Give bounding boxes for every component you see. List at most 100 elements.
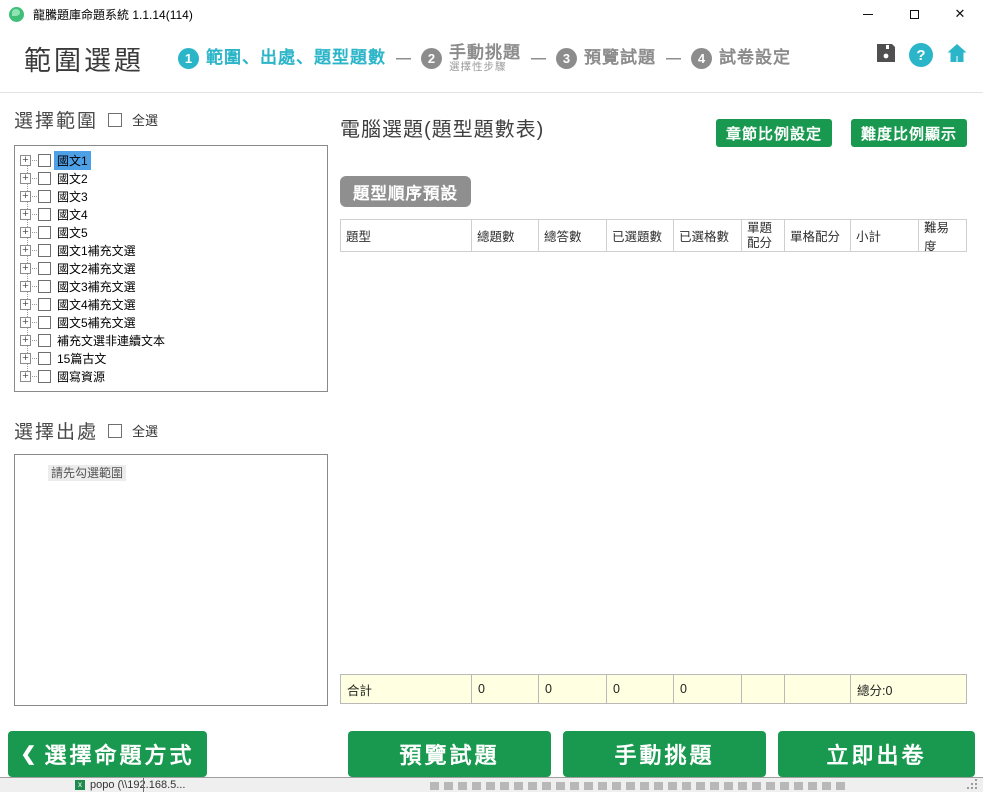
resize-grip[interactable] [967,779,977,789]
preview-questions-button[interactable]: 預覽試題 [348,731,551,777]
maximize-button[interactable] [891,0,937,28]
tree-item[interactable]: + 國文3 [15,187,327,205]
tree-item-label[interactable]: 國文5補充文選 [54,313,139,332]
expand-plus-icon[interactable]: + [20,371,31,382]
header-icons: ? [875,41,969,70]
tree-item-checkbox[interactable] [38,226,51,239]
step-4[interactable]: 4試卷設定 [691,48,791,69]
tree-item-label[interactable]: 補充文選非連續文本 [54,331,168,350]
step-separator: — [396,50,411,67]
footer-total-cell [742,674,785,704]
tree-item-checkbox[interactable] [38,370,51,383]
tree-item[interactable]: + 國文5補充文選 [15,313,327,331]
range-tree: + 國文1 + 國文2 + 國文3 + 國文4 + 國文5 + 國文1補充文選 + 國文2補充文選 + 國文3… [14,145,328,392]
step-1[interactable]: 1 範圍、出處、題型題數 [178,48,386,69]
tree-item-checkbox[interactable] [38,154,51,167]
tree-item-label[interactable]: 國寫資源 [54,367,108,386]
help-icon[interactable]: ? [909,43,933,67]
generate-paper-button[interactable]: 立即出卷 [778,731,975,777]
expand-plus-icon[interactable]: + [20,245,31,256]
table-empty-body [340,252,967,674]
footer-total-cell: 0 [539,674,607,704]
tree-item-checkbox[interactable] [38,172,51,185]
tree-item-label[interactable]: 國文1 [54,151,91,170]
tree-connector [32,358,37,359]
tree-item-label[interactable]: 國文4 [54,205,91,224]
main-panel: 電腦選題(題型題數表) 章節比例設定 難度比例顯示 題型順序預設 題型總題數總答… [340,106,967,704]
tree-item[interactable]: + 國文2補充文選 [15,259,327,277]
expand-plus-icon[interactable]: + [20,353,31,364]
minimize-button[interactable] [845,0,891,28]
column-header: 已選題數 [607,219,674,252]
tree-connector [32,214,37,215]
expand-plus-icon[interactable]: + [20,335,31,346]
wizard-header: 範圍選題 1範圍、出處、題型題數—2手動挑題選擇性步驟—3預覽試題—4試卷設定 … [0,28,983,93]
tree-item-label[interactable]: 15篇古文 [54,349,109,368]
expand-plus-icon[interactable]: + [20,209,31,220]
tree-item[interactable]: + 國文3補充文選 [15,277,327,295]
tree-item-checkbox[interactable] [38,190,51,203]
main-header: 電腦選題(題型題數表) 章節比例設定 難度比例顯示 [340,106,967,147]
tree-item[interactable]: + 國文1 [15,151,327,169]
tree-item-label[interactable]: 國文3 [54,187,91,206]
tree-item-checkbox[interactable] [38,352,51,365]
tree-connector [32,340,37,341]
tree-item-label[interactable]: 國文1補充文選 [54,241,139,260]
difficulty-ratio-button[interactable]: 難度比例顯示 [851,119,967,147]
step-number-badge: 1 [178,48,199,69]
source-select-all-checkbox[interactable] [108,424,122,438]
column-header: 難易度 [919,219,967,252]
tree-item[interactable]: + 國文4補充文選 [15,295,327,313]
tree-item-checkbox[interactable] [38,208,51,221]
tree-item-label[interactable]: 國文2補充文選 [54,259,139,278]
tree-item-checkbox[interactable] [38,334,51,347]
expand-plus-icon[interactable]: + [20,227,31,238]
type-order-preset-button[interactable]: 題型順序預設 [340,176,471,207]
expand-plus-icon[interactable]: + [20,191,31,202]
tree-item-label[interactable]: 國文5 [54,223,91,242]
column-header: 已選格數 [674,219,742,252]
expand-plus-icon[interactable]: + [20,155,31,166]
expand-plus-icon[interactable]: + [20,299,31,310]
table-footer-row: 合計0000總分:0 [340,674,967,704]
tree-item[interactable]: + 國文2 [15,169,327,187]
back-to-mode-button[interactable]: ❮ 選擇命題方式 [8,731,207,777]
expand-plus-icon[interactable]: + [20,263,31,274]
manual-pick-button[interactable]: 手動挑題 [563,731,766,777]
save-icon[interactable] [875,42,897,69]
tree-item[interactable]: + 國文5 [15,223,327,241]
window-controls: ✕ [845,0,983,28]
step-label: 範圍、出處、題型題數 [206,48,386,67]
step-number-badge: 3 [556,48,577,69]
expand-plus-icon[interactable]: + [20,317,31,328]
tree-item-label[interactable]: 國文2 [54,169,91,188]
step-3[interactable]: 3預覽試題 [556,48,656,69]
chevron-left-icon: ❮ [21,743,37,766]
tree-item-checkbox[interactable] [38,298,51,311]
step-indicator: 1範圍、出處、題型題數—2手動挑題選擇性步驟—3預覽試題—4試卷設定 [178,43,791,74]
tree-item[interactable]: +15篇古文 [15,349,327,367]
range-select-all-checkbox[interactable] [108,113,122,127]
tree-item-label[interactable]: 國文3補充文選 [54,277,139,296]
close-button[interactable]: ✕ [937,0,983,28]
tree-item-checkbox[interactable] [38,280,51,293]
chapter-ratio-button[interactable]: 章節比例設定 [716,119,832,147]
step-2[interactable]: 2手動挑題選擇性步驟 [421,43,521,74]
tree-item-checkbox[interactable] [38,316,51,329]
background-file-item[interactable]: x popo (\\192.168.5... [75,779,185,791]
tree-item[interactable]: + 國寫資源 [15,367,327,385]
column-header: 單題配分 [742,219,785,252]
source-empty-hint: 請先勾選範圍 [48,465,126,481]
tree-item-checkbox[interactable] [38,262,51,275]
tree-item-label[interactable]: 國文4補充文選 [54,295,139,314]
column-header: 單格配分 [785,219,851,252]
tree-item[interactable]: + 國文1補充文選 [15,241,327,259]
source-section-header: 選擇出處 全選 [14,417,328,444]
footer-total-cell: 0 [472,674,539,704]
tree-item[interactable]: + 補充文選非連續文本 [15,331,327,349]
expand-plus-icon[interactable]: + [20,281,31,292]
tree-item[interactable]: + 國文4 [15,205,327,223]
home-icon[interactable] [945,41,969,70]
tree-item-checkbox[interactable] [38,244,51,257]
expand-plus-icon[interactable]: + [20,173,31,184]
